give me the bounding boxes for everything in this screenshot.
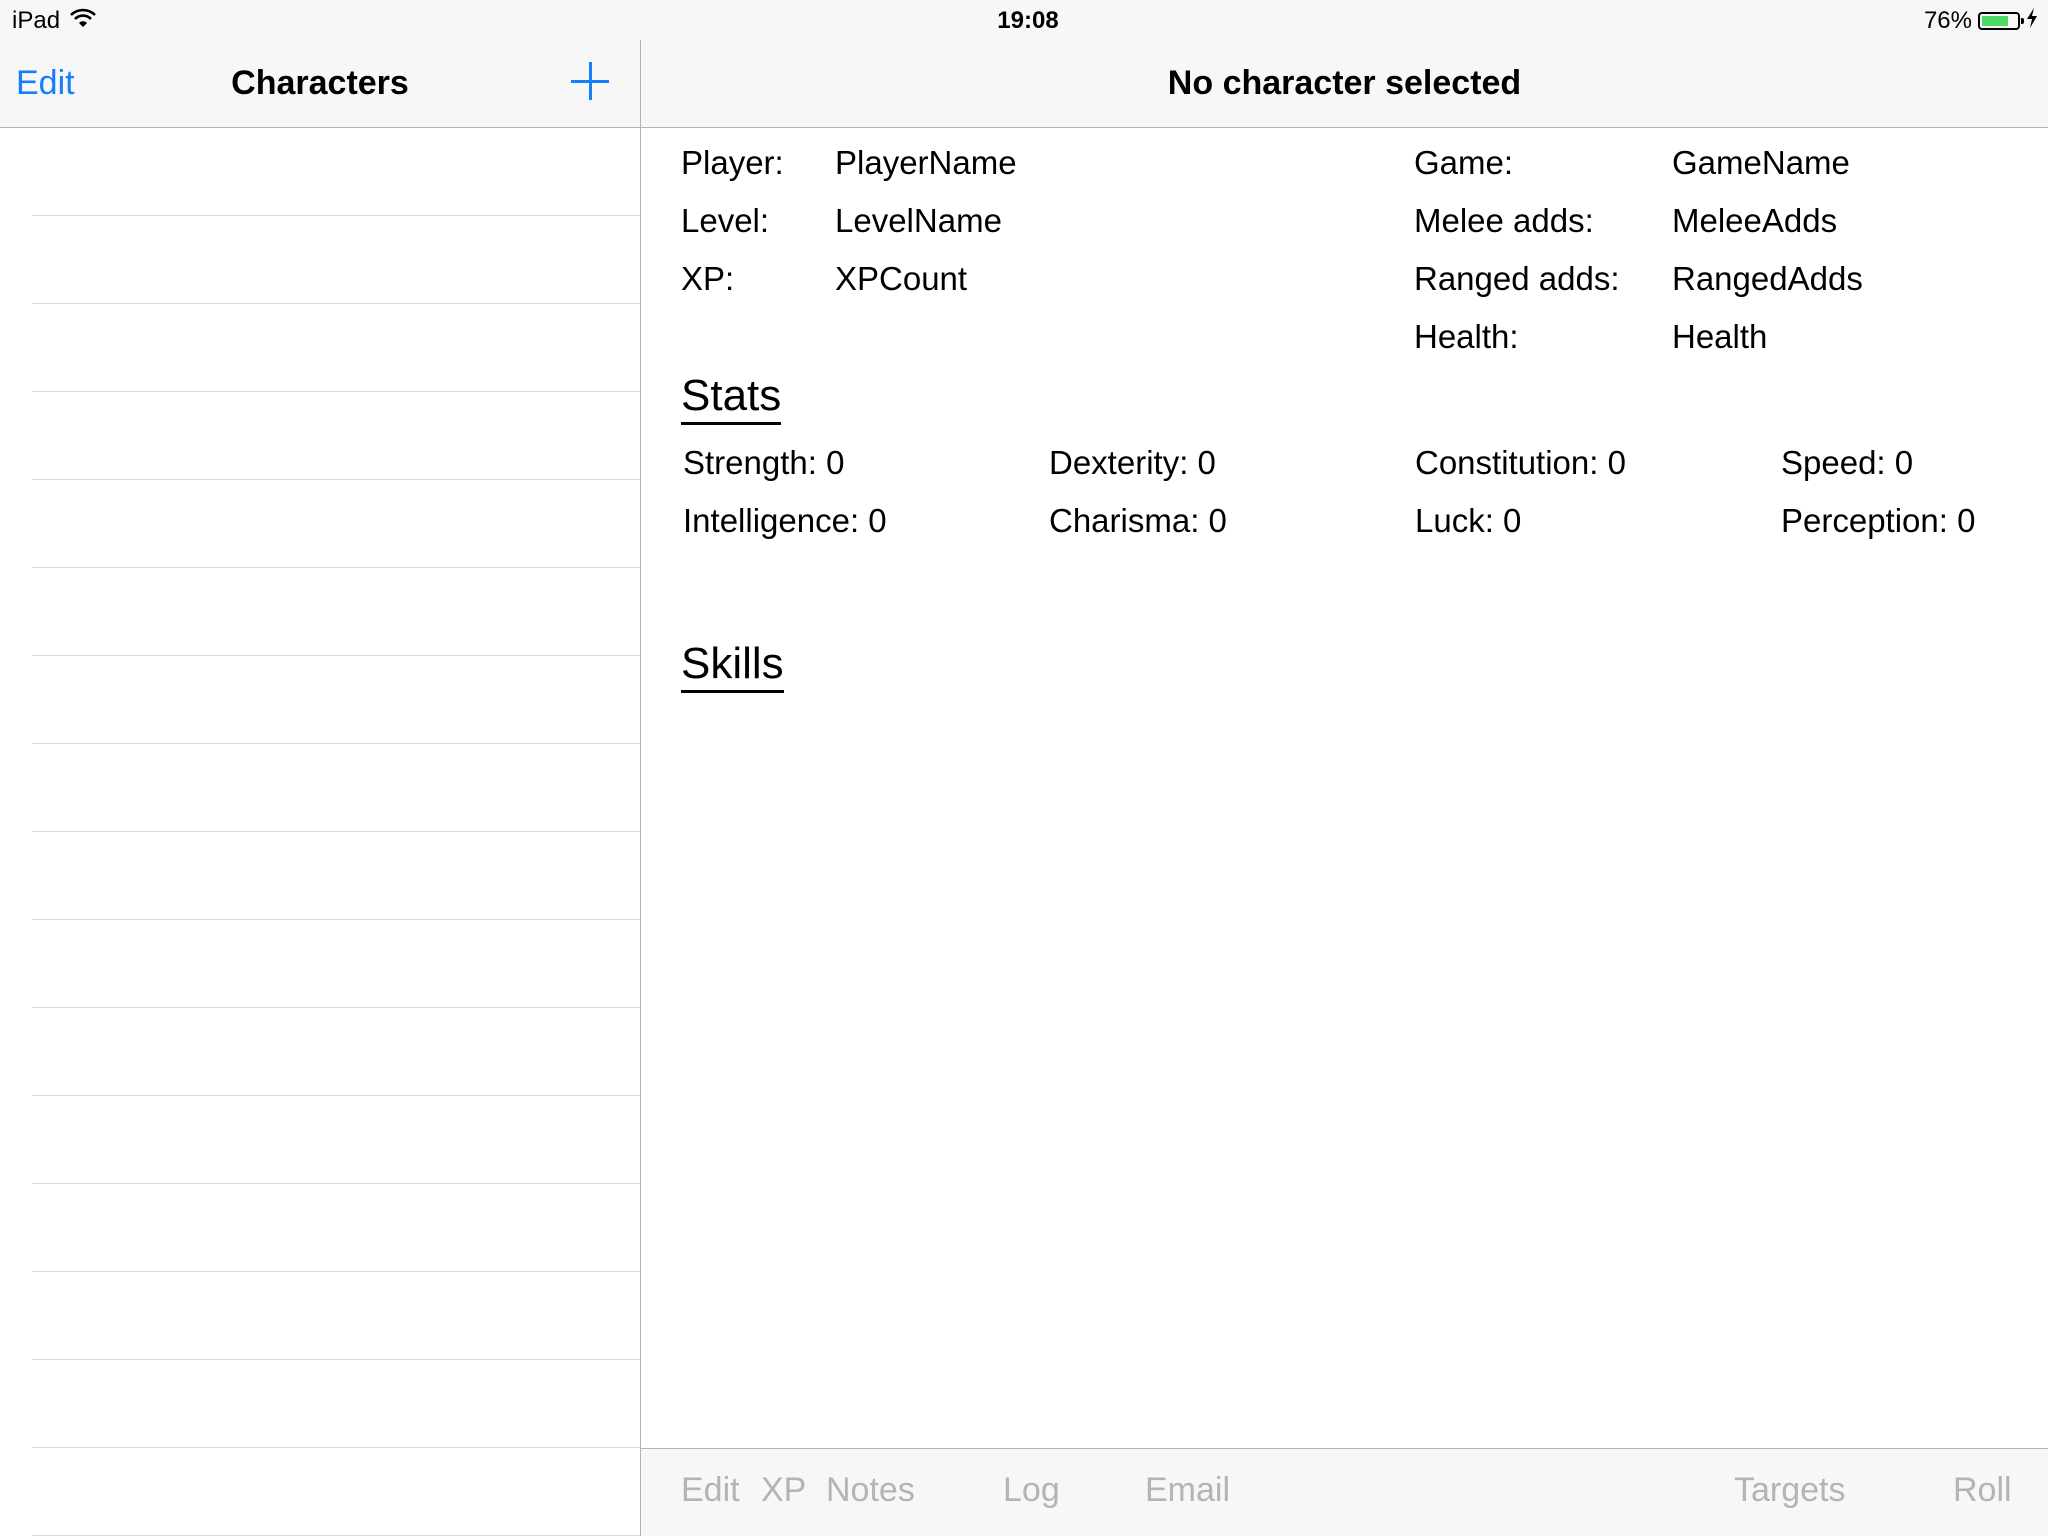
toolbar-edit-button[interactable]: Edit xyxy=(681,1471,740,1510)
skills-heading: Skills xyxy=(681,639,784,694)
list-item[interactable] xyxy=(32,1008,640,1096)
game-value: GameName xyxy=(1672,144,1850,181)
toolbar-roll-button[interactable]: Roll xyxy=(1953,1471,2012,1510)
battery-level-fill xyxy=(1982,16,2008,26)
player-value: PlayerName xyxy=(835,144,1017,181)
list-item[interactable] xyxy=(32,920,640,1008)
stat-constitution: Constitution: 0 xyxy=(1415,444,1626,481)
list-item[interactable] xyxy=(32,1184,640,1272)
stat-dexterity: Dexterity: 0 xyxy=(1049,444,1216,481)
list-item[interactable] xyxy=(32,1448,640,1536)
player-label: Player: xyxy=(681,144,784,181)
character-detail-pane: No character selected Player: PlayerName… xyxy=(641,40,2048,1536)
stat-strength: Strength: 0 xyxy=(683,444,845,481)
detail-navigation-bar: No character selected xyxy=(641,40,2048,128)
status-right: 76% xyxy=(1924,7,2038,35)
xp-label: XP: xyxy=(681,260,735,297)
stat-luck: Luck: 0 xyxy=(1415,502,1522,539)
list-item[interactable] xyxy=(32,304,640,392)
master-title: Characters xyxy=(231,64,409,102)
status-bar: iPad 19:08 76% xyxy=(0,0,2048,40)
list-item[interactable] xyxy=(32,392,640,480)
xp-value: XPCount xyxy=(835,260,968,297)
stat-intelligence: Intelligence: 0 xyxy=(683,502,887,539)
health-value: Health xyxy=(1672,318,1768,355)
ranged-adds-label: Ranged adds: xyxy=(1414,260,1620,297)
toolbar-targets-button[interactable]: Targets xyxy=(1734,1471,1846,1510)
status-time: 19:08 xyxy=(997,7,1059,34)
stats-heading: Stats xyxy=(681,371,782,426)
list-item[interactable] xyxy=(32,1272,640,1360)
bottom-toolbar: Edit XP Notes Log Email Targets Roll xyxy=(641,1448,2048,1536)
characters-list[interactable] xyxy=(0,128,640,1536)
stat-perception: Perception: 0 xyxy=(1781,502,1976,539)
stat-speed: Speed: 0 xyxy=(1781,444,1914,481)
melee-adds-value: MeleeAdds xyxy=(1672,202,1838,239)
master-navigation-bar: Edit Characters xyxy=(0,40,640,128)
list-item[interactable] xyxy=(32,128,640,216)
app-screen: iPad 19:08 76% Edit Characters No charac… xyxy=(0,0,2048,1536)
battery-percent: 76% xyxy=(1923,7,1972,34)
list-item[interactable] xyxy=(32,656,640,744)
detail-title: No character selected xyxy=(1167,64,1522,102)
list-item[interactable] xyxy=(32,832,640,920)
ranged-adds-value: RangedAdds xyxy=(1672,260,1863,297)
stat-charisma: Charisma: 0 xyxy=(1049,502,1227,539)
list-item[interactable] xyxy=(32,216,640,304)
charging-bolt-icon xyxy=(2026,7,2038,35)
health-label: Health: xyxy=(1414,318,1519,355)
level-value: LevelName xyxy=(835,202,1002,239)
list-item[interactable] xyxy=(32,568,640,656)
list-item[interactable] xyxy=(32,744,640,832)
characters-master-pane: Edit Characters xyxy=(0,40,641,1536)
toolbar-notes-button[interactable]: Notes xyxy=(826,1471,915,1510)
battery-icon xyxy=(1978,12,2024,30)
toolbar-email-button[interactable]: Email xyxy=(1145,1471,1230,1510)
toolbar-xp-button[interactable]: XP xyxy=(761,1471,806,1510)
plus-icon[interactable] xyxy=(571,62,609,100)
battery-nub xyxy=(2021,18,2024,24)
toolbar-log-button[interactable]: Log xyxy=(1003,1471,1060,1510)
list-item[interactable] xyxy=(32,1096,640,1184)
list-item[interactable] xyxy=(32,480,640,568)
level-label: Level: xyxy=(681,202,770,239)
list-item[interactable] xyxy=(32,1360,640,1448)
melee-adds-label: Melee adds: xyxy=(1414,202,1594,239)
game-label: Game: xyxy=(1414,144,1514,181)
